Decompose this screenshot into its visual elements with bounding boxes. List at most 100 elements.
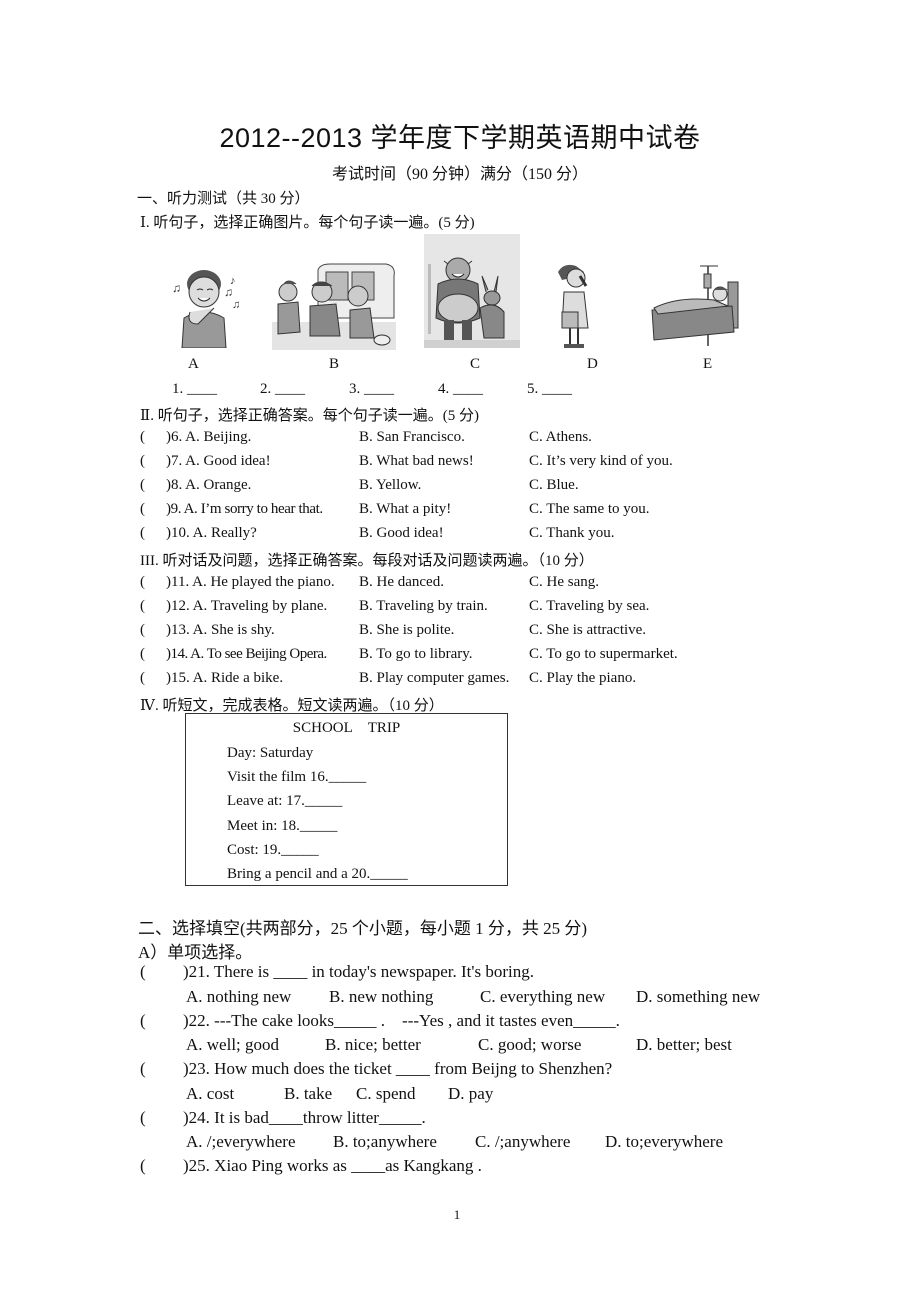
answer-paren[interactable]: ( — [140, 1059, 146, 1079]
picture-label-d: D — [587, 356, 598, 372]
question-stem: )24. It is bad____throw litter_____. — [183, 1108, 426, 1127]
trip-line-bring[interactable]: Bring a pencil and a 20._____ — [227, 866, 408, 883]
answer-paren[interactable]: ( — [140, 574, 145, 591]
answer-paren[interactable]: ( — [140, 622, 145, 639]
question-stem: )25. Xiao Ping works as ____as Kangkang … — [183, 1156, 482, 1175]
svg-text:♫: ♫ — [224, 285, 233, 299]
trip-line-cost[interactable]: Cost: 19._____ — [227, 842, 319, 859]
option-a: A. cost — [186, 1084, 235, 1103]
answer-paren[interactable]: ( — [140, 477, 145, 494]
question-stem-a: )11. A. He played the piano. — [166, 574, 335, 590]
exam-subtitle: 考试时间（90 分钟）满分（150 分） — [331, 166, 588, 183]
answer-paren[interactable]: ( — [140, 501, 145, 518]
part2-heading: 二、选择填空(共两部分，25 个小题，每小题 1 分，共 25 分) — [138, 919, 588, 938]
option-b: B. What bad news! — [359, 453, 474, 469]
answer-blank-3[interactable]: 3. ____ — [349, 381, 394, 398]
option-b: B. new nothing — [329, 987, 434, 1006]
answer-paren[interactable]: ( — [140, 525, 145, 542]
answer-paren[interactable]: ( — [140, 646, 145, 663]
school-trip-title: SCHOOL TRIP — [292, 720, 401, 736]
boy-listening-music-icon: ♫ ♫ ♪ ♫ — [168, 262, 248, 348]
option-b: B. Traveling by train. — [359, 598, 488, 614]
picture-label-a: A — [188, 356, 199, 372]
svg-text:♪: ♪ — [230, 275, 236, 287]
option-b: B. What a pity! — [359, 501, 452, 517]
option-a: A. /;everywhere — [186, 1132, 296, 1151]
option-b: B. take — [284, 1084, 333, 1103]
question-stem-a: )6. A. Beijing. — [166, 429, 252, 445]
girl-crying-icon — [554, 262, 594, 350]
option-d: D. pay — [448, 1084, 494, 1103]
option-b: B. San Francisco. — [359, 429, 465, 445]
question-stem: )22. ---The cake looks_____ . ---Yes , a… — [183, 1011, 620, 1030]
answer-blank-2[interactable]: 2. ____ — [260, 381, 305, 398]
section3-heading: III. 听对话及问题，选择正确答案。每段对话及问题读两遍。（10 分） — [140, 553, 594, 569]
option-c: C. It’s very kind of you. — [529, 453, 673, 469]
section4-heading: Ⅳ. 听短文，完成表格。短文读两遍。（10 分） — [140, 698, 444, 714]
svg-text:♫: ♫ — [232, 299, 240, 311]
question-stem-a: )13. A. She is shy. — [166, 622, 275, 638]
option-c: C. spend — [356, 1084, 416, 1103]
exam-title: 2012--2013 学年度下学期英语期中试卷 — [219, 123, 701, 153]
question-stem-a: )9. A. I’m sorry to hear that. — [166, 501, 323, 517]
part2-subheading: A）单项选择。 — [138, 943, 253, 962]
option-d: D. to;everywhere — [605, 1132, 724, 1151]
trip-line-meet[interactable]: Meet in: 18._____ — [227, 818, 337, 835]
option-c: C. He sang. — [529, 574, 599, 590]
part1-heading: 一、听力测试（共 30 分） — [137, 191, 310, 207]
option-c: C. She is attractive. — [529, 622, 647, 638]
option-b: B. Good idea! — [359, 525, 444, 541]
picture-label-c: C — [470, 356, 481, 372]
trip-line-film[interactable]: Visit the film 16._____ — [227, 769, 366, 786]
picture-label-e: E — [703, 356, 713, 372]
option-c: C. Play the piano. — [529, 670, 637, 686]
option-c: C. Athens. — [529, 429, 592, 445]
option-c: C. Blue. — [529, 477, 579, 493]
trip-line-leave[interactable]: Leave at: 17._____ — [227, 793, 342, 810]
question-stem-a: )15. A. Ride a bike. — [166, 670, 284, 686]
option-a: A. nothing new — [186, 987, 292, 1006]
option-b: B. Play computer games. — [359, 670, 510, 686]
option-d: D. better; best — [636, 1035, 732, 1054]
question-stem: )23. How much does the ticket ____ from … — [183, 1059, 613, 1078]
answer-blank-1[interactable]: 1. ____ — [172, 381, 217, 398]
answer-paren[interactable]: ( — [140, 1156, 146, 1176]
option-c: C. Thank you. — [529, 525, 615, 541]
option-d: D. something new — [636, 987, 761, 1006]
option-a: A. well; good — [186, 1035, 280, 1054]
answer-paren[interactable]: ( — [140, 962, 146, 982]
answer-paren[interactable]: ( — [140, 598, 145, 615]
option-b: B. He danced. — [359, 574, 444, 590]
boys-accident-bus-icon — [270, 262, 398, 350]
question-stem-a: )10. A. Really? — [166, 525, 257, 541]
question-stem-a: )7. A. Good idea! — [166, 453, 271, 469]
option-c: C. good; worse — [478, 1035, 582, 1054]
svg-text:♫: ♫ — [172, 281, 181, 295]
school-trip-table: SCHOOL TRIP Day: Saturday Visit the film… — [185, 713, 508, 886]
option-c: C. The same to you. — [529, 501, 650, 517]
option-b: B. nice; better — [325, 1035, 421, 1054]
question-stem: )21. There is ____ in today's newspaper.… — [183, 962, 534, 981]
answer-blank-5[interactable]: 5. ____ — [527, 381, 572, 398]
option-c: C. everything new — [480, 987, 606, 1006]
option-b: B. Yellow. — [359, 477, 422, 493]
answer-paren[interactable]: ( — [140, 1011, 146, 1031]
answer-paren[interactable]: ( — [140, 1108, 146, 1128]
answer-paren[interactable]: ( — [140, 453, 145, 470]
shrek-donkey-icon — [424, 234, 520, 348]
option-c: C. /;anywhere — [475, 1132, 571, 1151]
option-c: C. To go to supermarket. — [529, 646, 678, 662]
answer-paren[interactable]: ( — [140, 429, 145, 446]
answer-paren[interactable]: ( — [140, 670, 145, 687]
trip-line-day: Day: Saturday — [227, 745, 314, 761]
answer-blank-4[interactable]: 4. ____ — [438, 381, 483, 398]
option-b: B. to;anywhere — [333, 1132, 437, 1151]
question-stem-a: )12. A. Traveling by plane. — [166, 598, 328, 614]
option-c: C. Traveling by sea. — [529, 598, 650, 614]
question-stem-a: )14. A. To see Beijing Opera. — [166, 646, 327, 662]
section1-heading: Ⅰ. 听句子，选择正确图片。每个句子读一遍。(5 分) — [140, 215, 475, 231]
section2-heading: Ⅱ. 听句子，选择正确答案。每个句子读一遍。(5 分) — [140, 408, 479, 424]
patient-in-bed-icon — [648, 262, 744, 348]
question-stem-a: )8. A. Orange. — [166, 477, 252, 493]
option-b: B. To go to library. — [359, 646, 473, 662]
